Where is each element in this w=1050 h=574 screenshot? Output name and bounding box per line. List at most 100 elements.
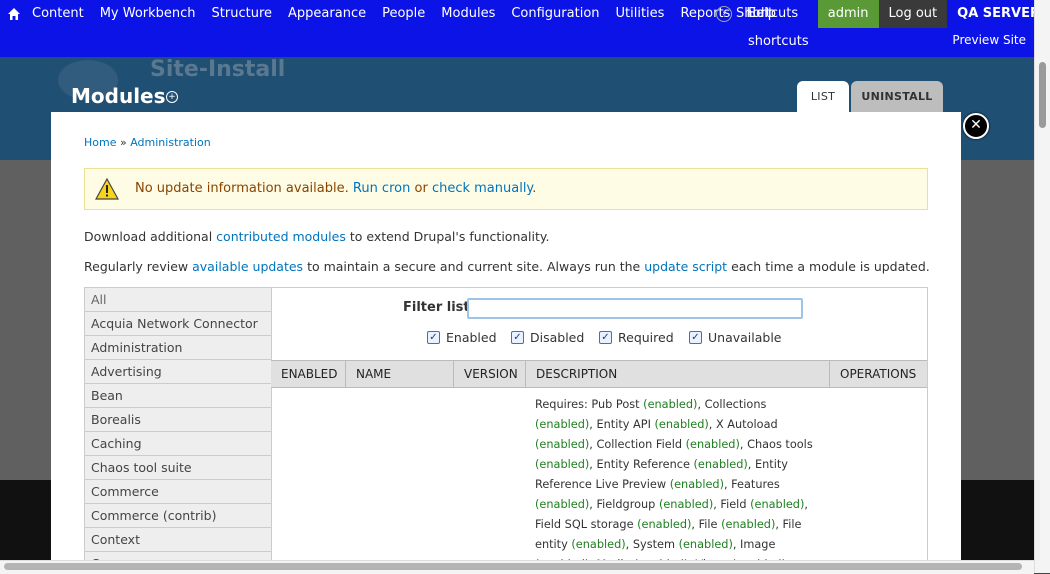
logout-link[interactable]: Log out	[878, 0, 948, 28]
checkbox-checked-icon: ✓	[599, 331, 612, 344]
column-name: NAME	[346, 361, 454, 387]
vtab-caching[interactable]: Caching	[85, 432, 271, 456]
dependency-status: (enabled)	[658, 498, 714, 511]
dependency-status: (enabled)	[654, 418, 709, 431]
filter-disabled-checkbox[interactable]: ✓ Disabled	[511, 330, 584, 345]
menu-content[interactable]: Content	[24, 0, 92, 28]
vtab-commerce[interactable]: Commerce	[85, 480, 271, 504]
shortcuts-toggle[interactable]: › Shortcuts Edit shortcuts	[716, 0, 821, 49]
warning-message: No update information available. Run cro…	[84, 168, 928, 210]
warning-icon	[94, 177, 120, 200]
dependency-text: , System	[625, 538, 679, 551]
shortcuts-toggle-icon: ›	[716, 6, 732, 22]
module-description-requires: Requires: Pub Post (enabled), Collection…	[535, 395, 827, 560]
menu-appearance[interactable]: Appearance	[280, 0, 374, 28]
dependency-text: , Entity Reference	[589, 458, 694, 471]
para1-after: to extend Drupal's functionality.	[349, 229, 550, 244]
filter-input[interactable]	[467, 298, 803, 319]
dependency-text: , Collection Field	[589, 438, 686, 451]
dependency-text: , Features	[723, 478, 780, 491]
close-overlay-icon[interactable]: ✕	[963, 113, 989, 139]
filter-enabled-label: Enabled	[446, 330, 497, 345]
horizontal-scrollbar-thumb[interactable]	[4, 563, 1022, 570]
dependency-text: , File	[691, 518, 722, 531]
dependency-status: (enabled)	[685, 438, 740, 451]
dependency-text: , Image	[732, 538, 776, 551]
module-category-tabs: All Acquia Network Connector Administrat…	[84, 287, 272, 560]
home-icon[interactable]	[4, 0, 24, 28]
column-operations: OPERATIONS	[840, 367, 917, 381]
vertical-scrollbar-thumb[interactable]	[1039, 62, 1046, 128]
menu-people[interactable]: People	[374, 0, 433, 28]
breadcrumb-home[interactable]: Home	[84, 136, 116, 149]
dependency-status: (enabled)	[669, 478, 724, 491]
filter-disabled-label: Disabled	[530, 330, 585, 345]
tab-list[interactable]: LIST	[797, 81, 849, 112]
para2-after: each time a module is updated.	[731, 259, 930, 274]
warning-text: No update information available. Run cro…	[135, 181, 536, 196]
warning-or: or	[414, 181, 428, 196]
menu-my-workbench[interactable]: My Workbench	[92, 0, 204, 28]
para2-middle: to maintain a secure and current site. A…	[307, 259, 641, 274]
warning-period: .	[532, 181, 537, 196]
tab-uninstall[interactable]: UNINSTALL	[851, 81, 943, 112]
menu-modules[interactable]: Modules	[433, 0, 503, 28]
edit-shortcuts-label[interactable]: Edit shortcuts	[748, 0, 821, 56]
add-shortcut-icon[interactable]: +	[166, 91, 178, 103]
user-links: admin Log out QA SERVER	[817, 0, 1050, 28]
filter-required-label: Required	[618, 330, 674, 345]
breadcrumb-administration[interactable]: Administration	[130, 136, 211, 149]
contributed-modules-link[interactable]: contributed modules	[216, 229, 346, 244]
vtab-next[interactable]: C...	[85, 552, 271, 560]
vtab-all[interactable]: All	[85, 288, 271, 312]
dependency-text: , Field	[713, 498, 751, 511]
dependency-text: , Entity API	[589, 418, 655, 431]
dependency-status: (enabled)	[571, 538, 626, 551]
account-link[interactable]: admin	[817, 0, 879, 28]
available-updates-link[interactable]: available updates	[192, 259, 303, 274]
vtab-administration[interactable]: Administration	[85, 336, 271, 360]
vtab-chaos-tool-suite[interactable]: Chaos tool suite	[85, 456, 271, 480]
module-list-panel: Filter list ✓ Enabled ✓ Disabled ✓ Requi…	[271, 287, 928, 560]
filter-unavailable-label: Unavailable	[708, 330, 782, 345]
dependency-text: , Chaos tools	[739, 438, 813, 451]
dependency-text: , X Autoload	[708, 418, 778, 431]
warning-main: No update information available.	[135, 181, 349, 196]
vtab-advertising[interactable]: Advertising	[85, 360, 271, 384]
run-cron-link[interactable]: Run cron	[353, 181, 410, 196]
dependency-status: (enabled)	[693, 458, 748, 471]
admin-toolbar: Content My Workbench Structure Appearanc…	[0, 0, 1050, 57]
vtab-context[interactable]: Context	[85, 528, 271, 552]
modules-overlay: Home » Administration No update informat…	[51, 112, 961, 560]
dependency-text: , Collections	[697, 398, 767, 411]
column-description: DESCRIPTION	[526, 361, 830, 387]
page-title: Modules	[71, 84, 166, 108]
dependency-status: (enabled)	[750, 498, 805, 511]
dependency-status: (enabled)	[535, 498, 590, 511]
dependency-status: (enabled)	[535, 438, 590, 451]
checkbox-checked-icon: ✓	[511, 331, 524, 344]
site-name: Site-Install	[150, 57, 286, 82]
dependency-text: , Fieldgroup	[589, 498, 659, 511]
menu-utilities[interactable]: Utilities	[608, 0, 673, 28]
column-enabled: ENABLED	[271, 361, 346, 387]
menu-structure[interactable]: Structure	[204, 0, 280, 28]
filter-required-checkbox[interactable]: ✓ Required	[599, 330, 674, 345]
dependency-status: (enabled)	[678, 538, 733, 551]
dependency-status: (enabled)	[643, 398, 698, 411]
vtab-commerce-contrib[interactable]: Commerce (contrib)	[85, 504, 271, 528]
para2-before: Regularly review	[84, 259, 189, 274]
filter-enabled-checkbox[interactable]: ✓ Enabled	[427, 330, 497, 345]
filter-unavailable-checkbox[interactable]: ✓ Unavailable	[689, 330, 782, 345]
dependency-status: (enabled)	[637, 518, 692, 531]
check-manually-link[interactable]: check manually	[432, 181, 532, 196]
dependency-status: (enabled)	[535, 418, 590, 431]
update-script-link[interactable]: update script	[644, 259, 727, 274]
vtab-bean[interactable]: Bean	[85, 384, 271, 408]
vtab-borealis[interactable]: Borealis	[85, 408, 271, 432]
dependency-text: Requires: Pub Post	[535, 398, 644, 411]
preview-site-link[interactable]: Preview Site	[952, 33, 1026, 47]
menu-configuration[interactable]: Configuration	[503, 0, 607, 28]
vtab-acquia-network-connector[interactable]: Acquia Network Connector	[85, 312, 271, 336]
breadcrumb-separator: »	[119, 136, 127, 149]
